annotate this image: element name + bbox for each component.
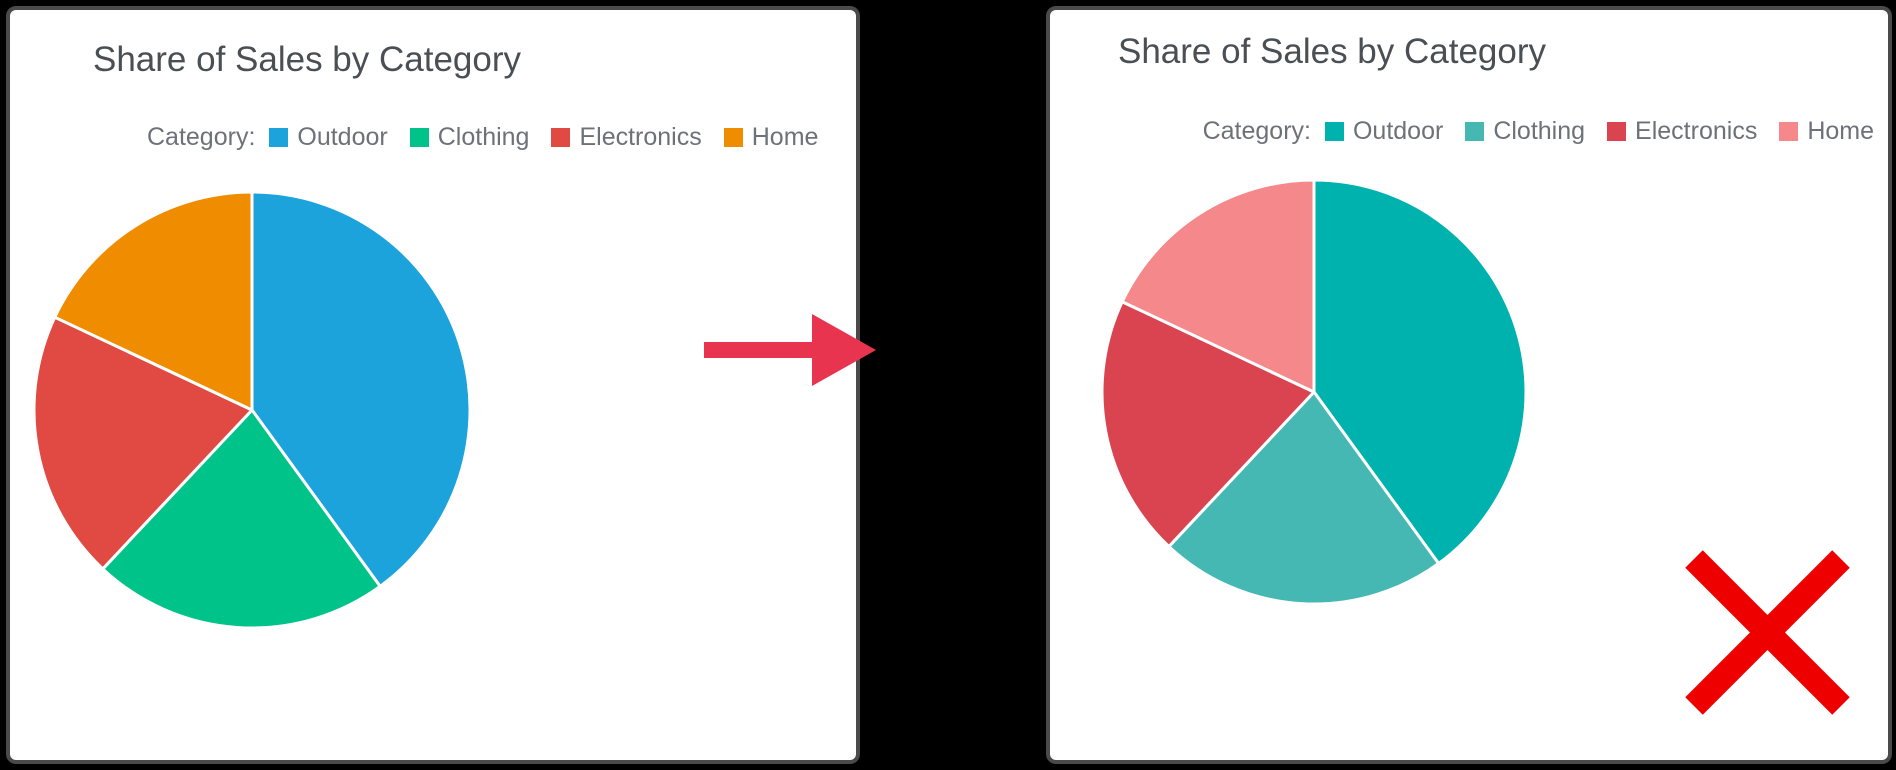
left-legend-item-outdoor[interactable]: Outdoor	[269, 123, 388, 152]
left-legend-item-clothing[interactable]: Clothing	[409, 123, 530, 152]
left-pie-chart	[32, 190, 472, 630]
left-pie-svg	[32, 190, 472, 630]
right-legend-item-outdoor[interactable]: Outdoor	[1324, 117, 1444, 146]
legend-swatch-icon	[1465, 122, 1485, 141]
red-x-cross-icon	[1685, 550, 1850, 715]
legend-swatch-icon	[1779, 122, 1799, 141]
legend-swatch-icon	[409, 128, 429, 147]
legend-swatch-icon	[723, 128, 743, 147]
left-chart-title: Share of Sales by Category	[93, 40, 522, 79]
legend-swatch-icon	[269, 128, 289, 147]
legend-swatch-icon	[1324, 122, 1344, 141]
right-pie-chart	[1100, 178, 1528, 606]
right-legend-label-home: Home	[1807, 117, 1874, 145]
left-legend-label-clothing: Clothing	[437, 123, 530, 151]
left-legend-label-electronics: Electronics	[579, 123, 702, 151]
transformation-arrow-icon	[704, 314, 876, 386]
right-pie-svg	[1100, 178, 1528, 606]
left-chart-legend: Category: Outdoor Clothing Electronics H…	[147, 123, 818, 152]
right-legend-item-clothing[interactable]: Clothing	[1465, 117, 1585, 146]
right-legend-label-electronics: Electronics	[1635, 117, 1758, 145]
left-legend-label-home: Home	[751, 123, 819, 151]
left-legend-label-outdoor: Outdoor	[297, 123, 388, 151]
right-chart-legend: Category: Outdoor Clothing Electronics H…	[1203, 117, 1874, 146]
legend-swatch-icon	[551, 128, 571, 147]
legend-swatch-icon	[1607, 122, 1627, 141]
right-legend-title: Category:	[1202, 117, 1311, 145]
right-legend-item-electronics[interactable]: Electronics	[1607, 117, 1757, 146]
left-legend-title: Category:	[147, 123, 256, 151]
right-legend-item-home[interactable]: Home	[1779, 117, 1874, 146]
right-legend-label-clothing: Clothing	[1493, 117, 1586, 145]
left-legend-item-electronics[interactable]: Electronics	[551, 123, 702, 152]
comparison-stage: Share of Sales by Category Category: Out…	[0, 0, 1896, 770]
left-legend-item-home[interactable]: Home	[723, 123, 819, 152]
right-chart-title: Share of Sales by Category	[1118, 32, 1547, 71]
right-legend-label-outdoor: Outdoor	[1352, 117, 1444, 145]
